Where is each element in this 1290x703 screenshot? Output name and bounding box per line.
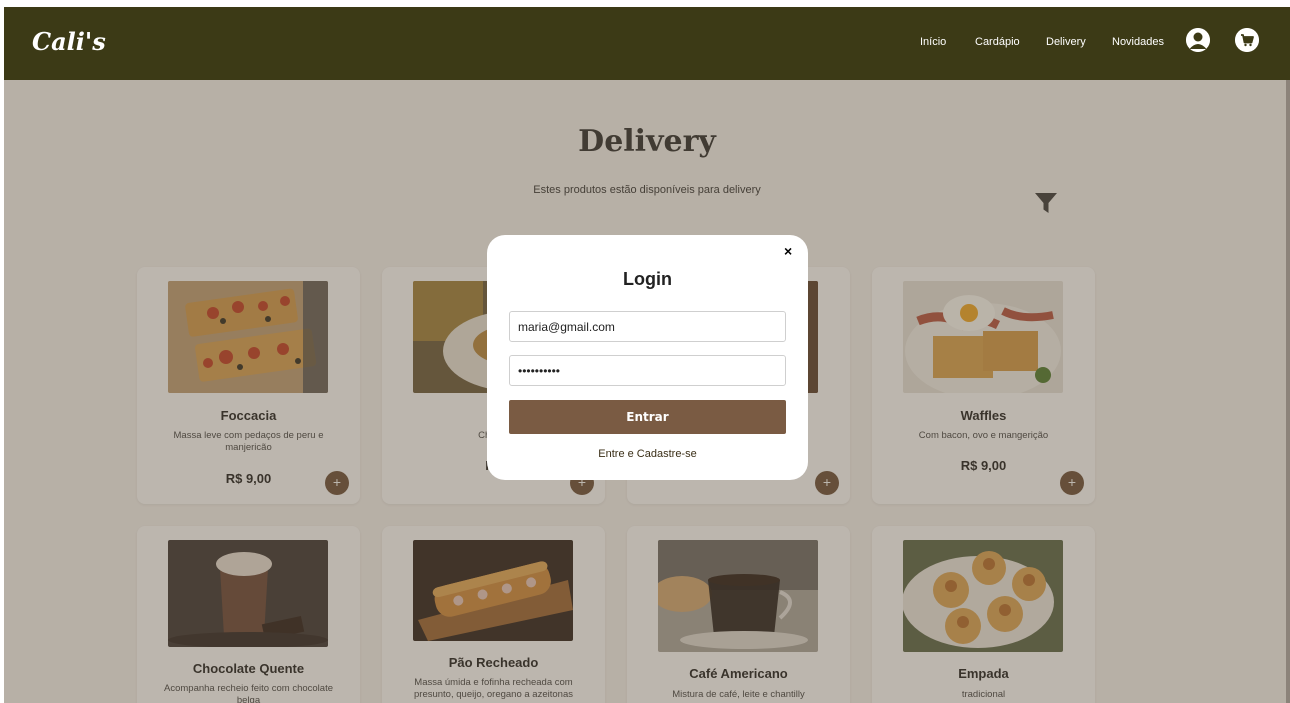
logo[interactable]: Cali's — [32, 27, 106, 56]
password-field[interactable] — [509, 355, 786, 386]
login-button[interactable]: Entrar — [509, 400, 786, 434]
navbar: Cali's Início Cardápio Delivery Novidade… — [4, 7, 1290, 80]
modal-title: Login — [623, 269, 672, 289]
nav-link-cardapio[interactable]: Cardápio — [975, 36, 1020, 48]
login-modal: × Login Entrar Entre e Cadastre-se — [487, 235, 808, 480]
register-link[interactable]: Entre e Cadastre-se — [487, 448, 808, 460]
close-icon[interactable]: × — [784, 243, 792, 259]
scrollbar-shadow — [1286, 80, 1290, 703]
nav-link-novidades[interactable]: Novidades — [1112, 36, 1164, 48]
cart-icon[interactable] — [1235, 28, 1259, 52]
user-icon[interactable] — [1186, 28, 1210, 52]
nav-link-delivery[interactable]: Delivery — [1046, 36, 1086, 48]
nav-link-inicio[interactable]: Início — [920, 36, 946, 48]
email-field[interactable] — [509, 311, 786, 342]
app-frame: Cali's Início Cardápio Delivery Novidade… — [4, 7, 1290, 703]
